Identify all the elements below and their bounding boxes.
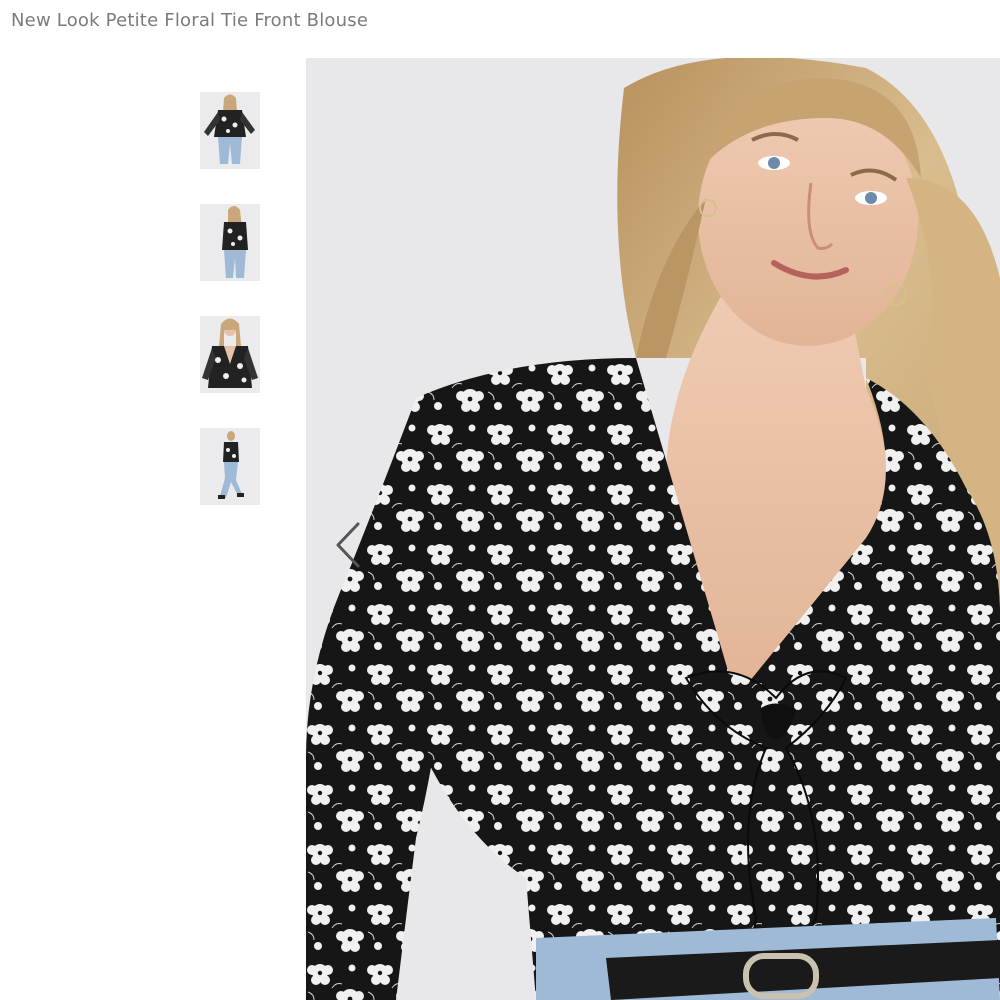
thumbnail-4-image <box>200 428 260 505</box>
prev-image-button[interactable] <box>330 522 366 568</box>
thumbnail-4[interactable] <box>200 428 260 505</box>
model-photo <box>306 58 1000 1000</box>
product-page: New Look Petite Floral Tie Front Blouse <box>0 0 1000 1000</box>
thumbnail-3-image <box>200 316 260 393</box>
thumbnail-3[interactable] <box>200 316 260 393</box>
thumbnail-2[interactable] <box>200 204 260 281</box>
main-product-image <box>306 58 1000 1000</box>
thumbnail-1-image <box>200 92 260 169</box>
thumbnail-2-image <box>200 204 260 281</box>
thumbnail-1[interactable] <box>200 92 260 169</box>
thumbnail-strip <box>200 92 260 540</box>
product-title: New Look Petite Floral Tie Front Blouse <box>11 10 369 31</box>
chevron-left-icon <box>336 522 360 568</box>
